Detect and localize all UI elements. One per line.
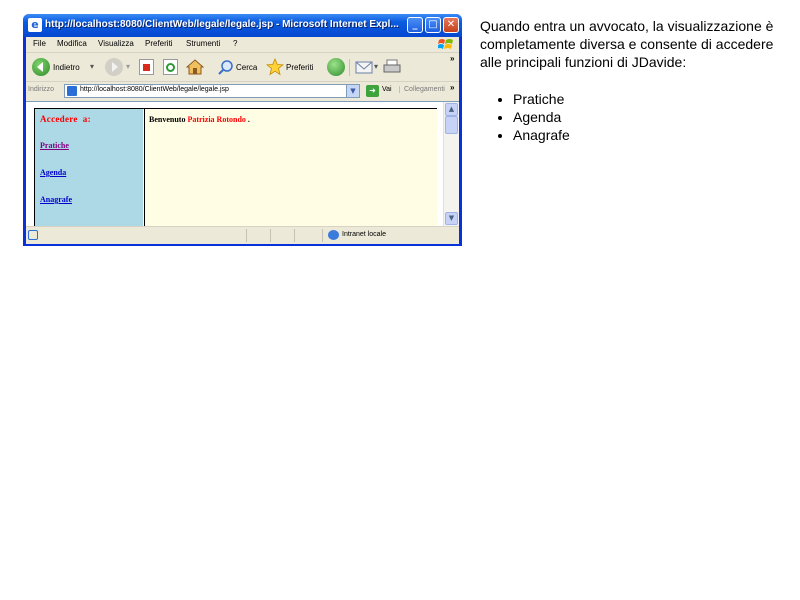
user-name: Patrizia Rotondo <box>187 115 246 124</box>
nav-heading: Accedere a: <box>40 114 91 124</box>
page-icon <box>67 86 77 96</box>
browser-window: e http://localhost:8080/ClientWeb/legale… <box>23 14 462 246</box>
toolbar-separator <box>349 59 350 76</box>
forward-arrow-icon[interactable] <box>105 58 123 76</box>
status-divider <box>246 229 247 242</box>
vertical-scrollbar[interactable]: ▲ ▼ <box>443 102 459 226</box>
nav-link-pratiche[interactable]: Pratiche <box>40 141 69 150</box>
scroll-thumb[interactable] <box>445 116 458 134</box>
security-zone: Intranet locale <box>342 231 386 238</box>
nav-frame: Accedere a: Pratiche Agenda Anagrafe <box>35 109 143 226</box>
status-divider <box>322 229 323 242</box>
status-divider <box>294 229 295 242</box>
welcome-suffix: . <box>245 115 250 124</box>
go-button[interactable]: Vai <box>382 86 392 93</box>
scroll-down-icon[interactable]: ▼ <box>445 212 458 225</box>
address-bar: Indirizzo http://localhost:8080/ClientWe… <box>26 82 459 100</box>
status-bar: Intranet locale <box>26 226 459 244</box>
menu-modifica[interactable]: Modifica <box>57 39 87 48</box>
stop-icon[interactable] <box>139 59 154 75</box>
back-dropdown-icon[interactable]: ▾ <box>90 62 94 71</box>
links-toolbar[interactable]: Collegamenti <box>399 86 445 93</box>
intranet-zone-icon <box>328 230 339 240</box>
feature-list: Pratiche Agenda Anagrafe <box>480 90 570 144</box>
welcome-message: Benvenuto Patrizia Rotondo . <box>149 115 250 124</box>
links-overflow-icon[interactable]: » <box>450 83 454 92</box>
go-arrow-icon[interactable]: ➜ <box>366 85 379 97</box>
menu-strumenti[interactable]: Strumenti <box>186 39 220 48</box>
menu-visualizza[interactable]: Visualizza <box>98 39 134 48</box>
page-frameset: Accedere a: Pratiche Agenda Anagrafe Ben… <box>34 108 437 226</box>
back-button[interactable]: Indietro <box>53 63 80 72</box>
address-url[interactable]: http://localhost:8080/ClientWeb/legale/l… <box>80 86 229 93</box>
title-bar[interactable]: e http://localhost:8080/ClientWeb/legale… <box>23 14 462 37</box>
print-icon[interactable] <box>383 59 401 75</box>
content-frame: Benvenuto Patrizia Rotondo . <box>144 109 437 226</box>
page-status-icon <box>28 230 38 240</box>
browser-client: File Modifica Visualizza Preferiti Strum… <box>26 37 459 244</box>
description-text: Quando entra un avvocato, la visualizzaz… <box>480 18 774 70</box>
welcome-prefix: Benvenuto <box>149 115 188 124</box>
scroll-up-icon[interactable]: ▲ <box>445 103 458 116</box>
maximize-button[interactable]: □ <box>425 17 441 33</box>
back-arrow-icon[interactable] <box>32 58 50 76</box>
favorites-star-icon[interactable] <box>266 58 284 76</box>
nav-link-agenda[interactable]: Agenda <box>40 168 66 177</box>
address-input[interactable]: http://localhost:8080/ClientWeb/legale/l… <box>64 84 360 98</box>
menu-preferiti[interactable]: Preferiti <box>145 39 173 48</box>
feature-item-agenda: Agenda <box>513 108 570 126</box>
toolbar: Indietro ▾ ▾ Cerca Preferiti ▾ » <box>26 53 459 82</box>
ie-icon: e <box>28 18 42 32</box>
minimize-button[interactable]: _ <box>407 17 423 33</box>
feature-item-anagrafe: Anagrafe <box>513 126 570 144</box>
refresh-icon[interactable] <box>163 59 178 75</box>
menu-bar: File Modifica Visualizza Preferiti Strum… <box>26 37 459 53</box>
mail-icon[interactable] <box>355 59 373 75</box>
window-title: http://localhost:8080/ClientWeb/legale/l… <box>45 19 399 30</box>
history-icon[interactable] <box>327 58 345 76</box>
menu-file[interactable]: File <box>33 39 46 48</box>
mail-dropdown-icon[interactable]: ▾ <box>374 62 378 71</box>
home-icon[interactable] <box>186 58 204 76</box>
address-label: Indirizzo <box>28 86 55 93</box>
menu-help[interactable]: ? <box>233 39 237 48</box>
feature-item-pratiche: Pratiche <box>513 90 570 108</box>
page-viewport: Accedere a: Pratiche Agenda Anagrafe Ben… <box>26 101 459 226</box>
toolbar-overflow-icon[interactable]: » <box>450 54 454 63</box>
nav-link-anagrafe[interactable]: Anagrafe <box>40 195 72 204</box>
forward-dropdown-icon[interactable]: ▾ <box>126 62 130 71</box>
windows-logo-icon <box>438 39 453 49</box>
favorites-button[interactable]: Preferiti <box>286 63 314 72</box>
search-button[interactable]: Cerca <box>236 63 257 72</box>
close-button[interactable]: ✕ <box>443 17 459 33</box>
address-dropdown-icon[interactable]: ▼ <box>346 85 359 97</box>
search-icon[interactable] <box>218 59 234 75</box>
status-divider <box>270 229 271 242</box>
